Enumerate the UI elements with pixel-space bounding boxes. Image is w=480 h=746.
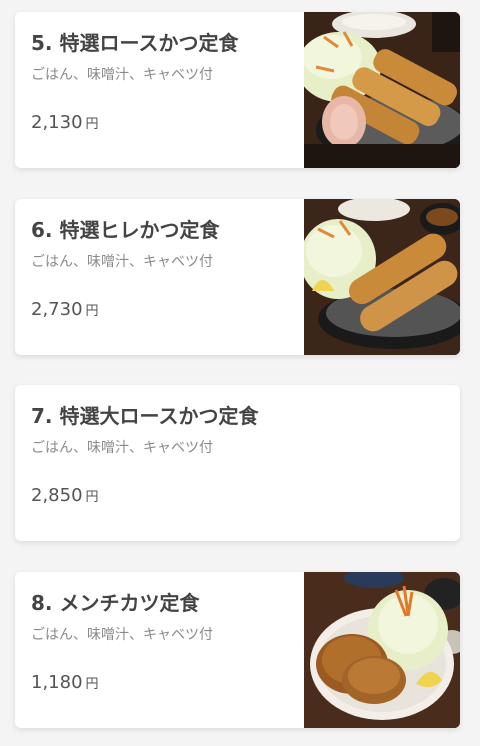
menu-item-card[interactable]: 8. メンチカツ定食 ごはん、味噌汁、キャベツ付 1,180 円 (15, 572, 460, 728)
menu-item-title: 7. 特選大ロースかつ定食 (31, 404, 259, 428)
menu-item-info: 6. 特選ヒレかつ定食 ごはん、味噌汁、キャベツ付 (31, 217, 290, 271)
menu-item-card[interactable]: 7. 特選大ロースかつ定食 ごはん、味噌汁、キャベツ付 2,850 円 (15, 385, 460, 541)
menu-item-title: 5. 特選ロースかつ定食 (31, 31, 239, 55)
price-value: 1,180 (31, 672, 83, 693)
fillet-cutlet-photo (304, 199, 460, 355)
price-value: 2,850 (31, 485, 83, 506)
menu-item-card[interactable]: 5. 特選ロースかつ定食 ごはん、味噌汁、キャベツ付 2,130 円 (15, 12, 460, 168)
menu-item-description: ごはん、味噌汁、キャベツ付 (31, 627, 213, 643)
loin-cutlet-photo (304, 12, 460, 168)
menu-item-description: ごはん、味噌汁、キャベツ付 (31, 254, 213, 270)
menu-item-description: ごはん、味噌汁、キャベツ付 (31, 67, 213, 83)
menu-item-description: ごはん、味噌汁、キャベツ付 (31, 440, 213, 456)
menu-item-title: 8. メンチカツ定食 (31, 591, 200, 615)
menu-item-card[interactable]: 6. 特選ヒレかつ定食 ごはん、味噌汁、キャベツ付 2,730 円 (15, 199, 460, 355)
price-currency: 円 (85, 677, 99, 692)
menu-item-title: 6. 特選ヒレかつ定食 (31, 218, 220, 242)
menu-item-price: 2,850 円 (31, 485, 99, 506)
price-value: 2,130 (31, 112, 83, 133)
menu-item-price: 2,730 円 (31, 299, 99, 320)
menu-item-info: 8. メンチカツ定食 ごはん、味噌汁、キャベツ付 (31, 590, 290, 644)
price-currency: 円 (85, 117, 99, 132)
menchi-katsu-photo (304, 572, 460, 728)
menu-item-price: 1,180 円 (31, 672, 99, 693)
menu-item-info: 7. 特選大ロースかつ定食 ごはん、味噌汁、キャベツ付 (31, 403, 444, 457)
price-value: 2,730 (31, 299, 83, 320)
menu-item-info: 5. 特選ロースかつ定食 ごはん、味噌汁、キャベツ付 (31, 30, 290, 84)
price-currency: 円 (85, 490, 99, 505)
price-currency: 円 (85, 304, 99, 319)
menu-item-price: 2,130 円 (31, 112, 99, 133)
